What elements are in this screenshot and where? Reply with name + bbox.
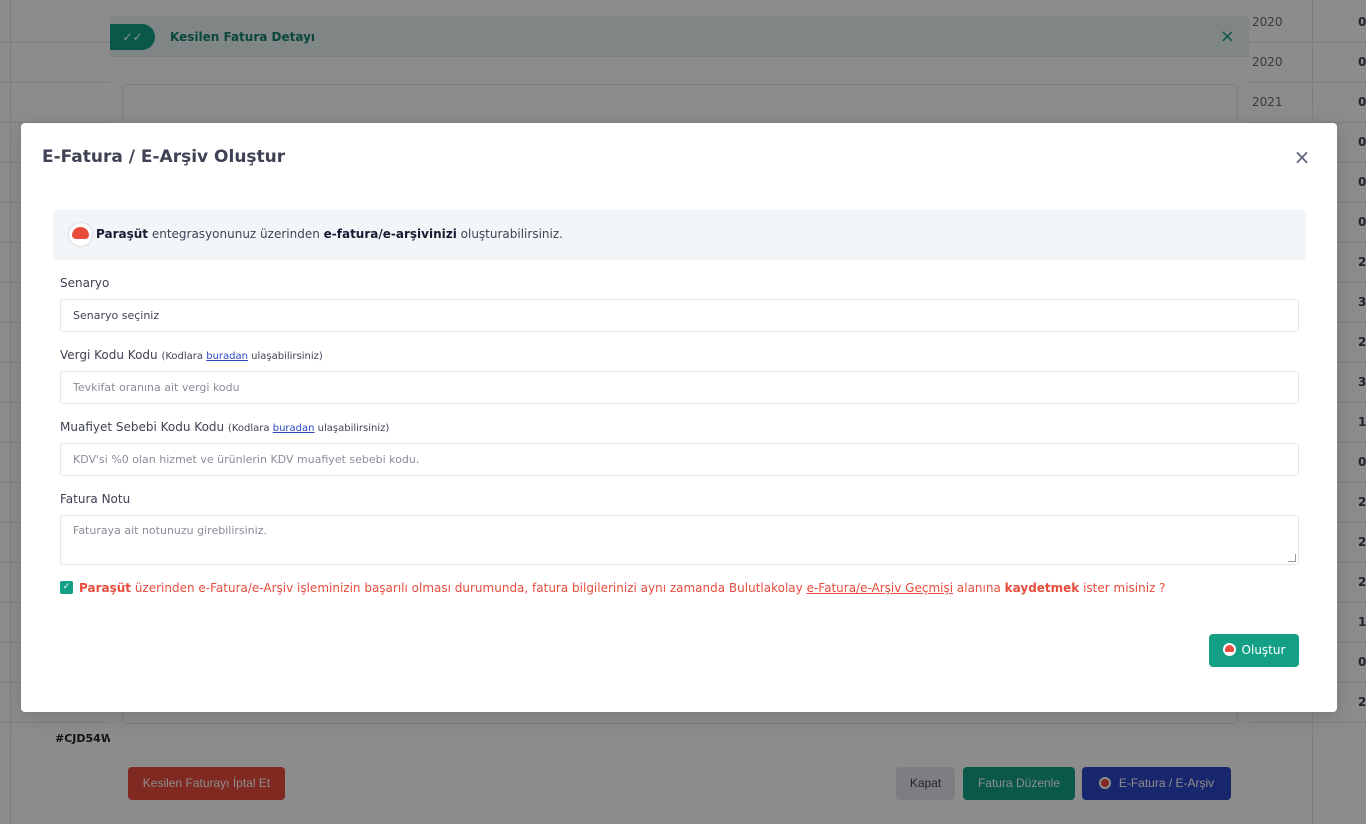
hint-suffix: ulaşabilirsiniz) [247,351,323,362]
invoice-note-label: Fatura Notu [60,492,131,506]
parasut-logo-icon [69,223,92,246]
exemption-code-link[interactable]: buradan [273,423,315,434]
efatura-history-link[interactable]: e-Fatura/e-Arşiv Geçmişi [807,581,954,595]
save-history-text: Paraşüt üzerinden e-Fatura/e-Arşiv işlem… [79,581,1166,595]
info-text-middle: entegrasyonunuz üzerinden [148,227,324,241]
resize-handle[interactable] [1288,554,1296,562]
tax-code-hint: (Kodlara buradan ulaşabilirsiniz) [161,351,322,362]
tax-code-input[interactable]: Tevkifat oranına ait vergi kodu [60,371,1299,404]
tax-code-label: Vergi Kodu Kodu (Kodlara buradan ulaşabi… [60,348,323,362]
info-brand: Paraşüt [96,227,149,241]
info-alert: Paraşüt entegrasyonunuz üzerinden e-fatu… [53,210,1306,260]
exemption-code-hint: (Kodlara buradan ulaşabilirsiniz) [228,423,389,434]
create-button[interactable]: Oluştur [1209,634,1299,667]
parasut-logo-icon [1222,643,1236,656]
invoice-note-textarea[interactable]: Faturaya ait notunuzu girebilirsiniz. [60,515,1299,565]
exemption-code-input[interactable]: KDV'si %0 olan hizmet ve ürünlerin KDV m… [60,443,1299,476]
checkbox-brand: Paraşüt [79,581,132,595]
info-text: Paraşüt entegrasyonunuz üzerinden e-fatu… [96,227,563,241]
info-text-end: oluşturabilirsiniz. [456,227,563,241]
tax-code-label-text: Vergi Kodu Kodu [60,348,158,362]
checkbox-text-3: ister misiniz ? [1079,581,1166,595]
create-button-label: Oluştur [1241,643,1286,657]
scenario-select[interactable]: Senaryo seçiniz [60,299,1299,332]
invoice-note-placeholder: Faturaya ait notunuzu girebilirsiniz. [73,524,267,537]
checkbox-bold: kaydetmek [1004,581,1080,595]
hint-prefix: (Kodlara [227,423,273,434]
scenario-label: Senaryo [60,276,110,290]
close-icon[interactable]: × [1292,147,1312,167]
efatura-create-modal: E-Fatura / E-Arşiv Oluştur × Paraşüt ent… [21,123,1337,712]
info-bold: e-fatura/e-arşivinizi [323,227,457,241]
exemption-code-label-text: Muafiyet Sebebi Kodu Kodu [60,420,225,434]
tax-code-link[interactable]: buradan [206,351,248,362]
hint-suffix: ulaşabilirsiniz) [314,423,390,434]
exemption-code-label: Muafiyet Sebebi Kodu Kodu (Kodlara burad… [60,420,389,434]
modal-title: E-Fatura / E-Arşiv Oluştur [42,147,286,167]
checkbox-text-1: üzerinden e-Fatura/e-Arşiv işleminizin b… [131,581,807,595]
save-history-checkbox[interactable]: ✓ [60,581,73,594]
checkbox-text-2: alanına [953,581,1005,595]
hint-prefix: (Kodlara [161,351,207,362]
